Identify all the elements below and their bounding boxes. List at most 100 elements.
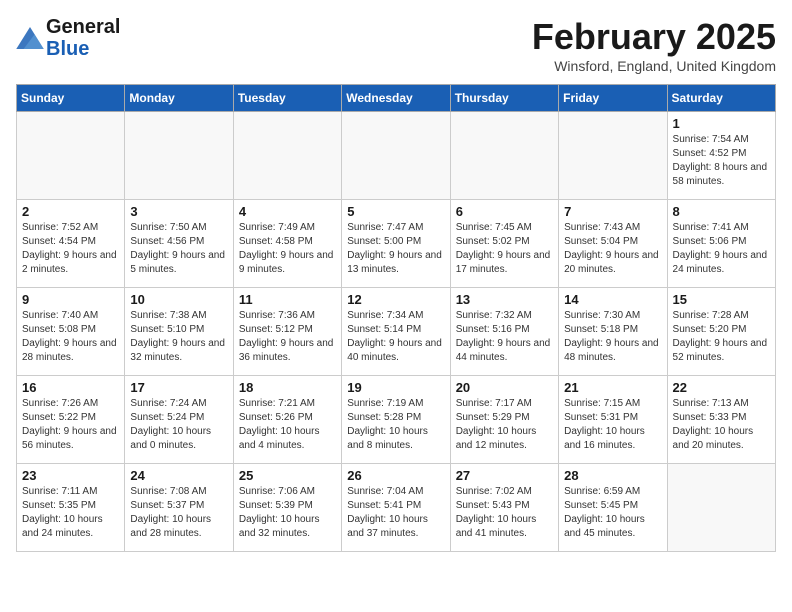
day-number: 5 xyxy=(347,204,444,219)
calendar-cell: 6 Sunrise: 7:45 AM Sunset: 5:02 PM Daylig… xyxy=(450,200,558,288)
calendar-cell: 4 Sunrise: 7:49 AM Sunset: 4:58 PM Daylig… xyxy=(233,200,341,288)
day-number: 4 xyxy=(239,204,336,219)
logo: GeneralBlue xyxy=(16,16,120,60)
day-header-sunday: Sunday xyxy=(17,85,125,112)
day-header-wednesday: Wednesday xyxy=(342,85,450,112)
day-info: Sunrise: 7:28 AM Sunset: 5:20 PM Dayligh… xyxy=(673,309,770,365)
calendar-cell: 9 Sunrise: 7:40 AM Sunset: 5:08 PM Daylig… xyxy=(17,288,125,376)
day-header-saturday: Saturday xyxy=(667,85,775,112)
calendar-cell: 20 Sunrise: 7:17 AM Sunset: 5:29 PM Dayli… xyxy=(450,376,558,464)
calendar-cell: 26 Sunrise: 7:04 AM Sunset: 5:41 PM Dayli… xyxy=(342,464,450,552)
calendar-week-row: 2Sunrise: 7:52 AM Sunset: 4:54 PM Daylig… xyxy=(17,200,776,288)
calendar-cell: 10 Sunrise: 7:38 AM Sunset: 5:10 PM Dayli… xyxy=(125,288,233,376)
day-info: Sunrise: 7:40 AM Sunset: 5:08 PM Dayligh… xyxy=(22,309,119,365)
calendar-cell xyxy=(125,112,233,200)
calendar-cell xyxy=(450,112,558,200)
day-info: Sunrise: 7:19 AM Sunset: 5:28 PM Dayligh… xyxy=(347,397,444,453)
calendar-cell: 15 Sunrise: 7:28 AM Sunset: 5:20 PM Dayli… xyxy=(667,288,775,376)
day-info: Sunrise: 7:34 AM Sunset: 5:14 PM Dayligh… xyxy=(347,309,444,365)
day-info: Sunrise: 7:54 AM Sunset: 4:52 PM Dayligh… xyxy=(673,133,770,189)
calendar-table: SundayMondayTuesdayWednesdayThursdayFrid… xyxy=(16,84,776,552)
day-number: 12 xyxy=(347,292,444,307)
day-number: 10 xyxy=(130,292,227,307)
day-info: Sunrise: 7:13 AM Sunset: 5:33 PM Dayligh… xyxy=(673,397,770,453)
day-number: 25 xyxy=(239,468,336,483)
day-info: Sunrise: 6:59 AM Sunset: 5:45 PM Dayligh… xyxy=(564,485,661,541)
day-number: 7 xyxy=(564,204,661,219)
day-number: 6 xyxy=(456,204,553,219)
calendar-cell xyxy=(233,112,341,200)
calendar-cell: 18 Sunrise: 7:21 AM Sunset: 5:26 PM Dayli… xyxy=(233,376,341,464)
day-info: Sunrise: 7:43 AM Sunset: 5:04 PM Dayligh… xyxy=(564,221,661,277)
day-number: 11 xyxy=(239,292,336,307)
day-number: 16 xyxy=(22,380,119,395)
day-info: Sunrise: 7:17 AM Sunset: 5:29 PM Dayligh… xyxy=(456,397,553,453)
day-number: 9 xyxy=(22,292,119,307)
day-info: Sunrise: 7:24 AM Sunset: 5:24 PM Dayligh… xyxy=(130,397,227,453)
day-info: Sunrise: 7:38 AM Sunset: 5:10 PM Dayligh… xyxy=(130,309,227,365)
calendar-week-row: 16Sunrise: 7:26 AM Sunset: 5:22 PM Dayli… xyxy=(17,376,776,464)
day-info: Sunrise: 7:50 AM Sunset: 4:56 PM Dayligh… xyxy=(130,221,227,277)
location: Winsford, England, United Kingdom xyxy=(532,58,776,74)
calendar-cell xyxy=(667,464,775,552)
day-number: 1 xyxy=(673,116,770,131)
calendar-cell: 11 Sunrise: 7:36 AM Sunset: 5:12 PM Dayli… xyxy=(233,288,341,376)
page-header: GeneralBlue February 2025 Winsford, Engl… xyxy=(16,16,776,74)
title-area: February 2025 Winsford, England, United … xyxy=(532,16,776,74)
calendar-cell: 13Sunrise: 7:32 AM Sunset: 5:16 PM Dayli… xyxy=(450,288,558,376)
month-title: February 2025 xyxy=(532,16,776,58)
day-info: Sunrise: 7:15 AM Sunset: 5:31 PM Dayligh… xyxy=(564,397,661,453)
day-number: 21 xyxy=(564,380,661,395)
day-info: Sunrise: 7:45 AM Sunset: 5:02 PM Dayligh… xyxy=(456,221,553,277)
calendar-cell: 14 Sunrise: 7:30 AM Sunset: 5:18 PM Dayli… xyxy=(559,288,667,376)
calendar-cell: 28Sunrise: 6:59 AM Sunset: 5:45 PM Dayli… xyxy=(559,464,667,552)
calendar-cell: 19 Sunrise: 7:19 AM Sunset: 5:28 PM Dayli… xyxy=(342,376,450,464)
day-number: 15 xyxy=(673,292,770,307)
day-info: Sunrise: 7:21 AM Sunset: 5:26 PM Dayligh… xyxy=(239,397,336,453)
calendar-cell: 7 Sunrise: 7:43 AM Sunset: 5:04 PM Daylig… xyxy=(559,200,667,288)
calendar-week-row: 1 Sunrise: 7:54 AM Sunset: 4:52 PM Daylig… xyxy=(17,112,776,200)
calendar-cell: 8 Sunrise: 7:41 AM Sunset: 5:06 PM Daylig… xyxy=(667,200,775,288)
calendar-cell: 2Sunrise: 7:52 AM Sunset: 4:54 PM Daylig… xyxy=(17,200,125,288)
day-number: 24 xyxy=(130,468,227,483)
day-number: 3 xyxy=(130,204,227,219)
calendar-cell: 3 Sunrise: 7:50 AM Sunset: 4:56 PM Daylig… xyxy=(125,200,233,288)
day-info: Sunrise: 7:30 AM Sunset: 5:18 PM Dayligh… xyxy=(564,309,661,365)
logo-text: GeneralBlue xyxy=(46,16,120,60)
calendar-cell: 12 Sunrise: 7:34 AM Sunset: 5:14 PM Dayli… xyxy=(342,288,450,376)
day-header-monday: Monday xyxy=(125,85,233,112)
calendar-cell xyxy=(17,112,125,200)
day-number: 14 xyxy=(564,292,661,307)
day-info: Sunrise: 7:36 AM Sunset: 5:12 PM Dayligh… xyxy=(239,309,336,365)
day-number: 19 xyxy=(347,380,444,395)
day-number: 13 xyxy=(456,292,553,307)
day-header-thursday: Thursday xyxy=(450,85,558,112)
calendar-week-row: 23Sunrise: 7:11 AM Sunset: 5:35 PM Dayli… xyxy=(17,464,776,552)
calendar-cell: 17Sunrise: 7:24 AM Sunset: 5:24 PM Dayli… xyxy=(125,376,233,464)
calendar-cell: 1 Sunrise: 7:54 AM Sunset: 4:52 PM Daylig… xyxy=(667,112,775,200)
calendar-cell: 25 Sunrise: 7:06 AM Sunset: 5:39 PM Dayli… xyxy=(233,464,341,552)
day-number: 18 xyxy=(239,380,336,395)
day-info: Sunrise: 7:08 AM Sunset: 5:37 PM Dayligh… xyxy=(130,485,227,541)
day-info: Sunrise: 7:04 AM Sunset: 5:41 PM Dayligh… xyxy=(347,485,444,541)
day-info: Sunrise: 7:06 AM Sunset: 5:39 PM Dayligh… xyxy=(239,485,336,541)
day-number: 23 xyxy=(22,468,119,483)
calendar-week-row: 9 Sunrise: 7:40 AM Sunset: 5:08 PM Daylig… xyxy=(17,288,776,376)
calendar-cell: 24 Sunrise: 7:08 AM Sunset: 5:37 PM Dayli… xyxy=(125,464,233,552)
day-number: 20 xyxy=(456,380,553,395)
day-number: 8 xyxy=(673,204,770,219)
calendar-header-row: SundayMondayTuesdayWednesdayThursdayFrid… xyxy=(17,85,776,112)
calendar-cell xyxy=(342,112,450,200)
calendar-cell: 22 Sunrise: 7:13 AM Sunset: 5:33 PM Dayli… xyxy=(667,376,775,464)
day-info: Sunrise: 7:49 AM Sunset: 4:58 PM Dayligh… xyxy=(239,221,336,277)
calendar-cell: 5Sunrise: 7:47 AM Sunset: 5:00 PM Daylig… xyxy=(342,200,450,288)
calendar-cell: 23Sunrise: 7:11 AM Sunset: 5:35 PM Dayli… xyxy=(17,464,125,552)
day-header-tuesday: Tuesday xyxy=(233,85,341,112)
calendar-cell xyxy=(559,112,667,200)
day-info: Sunrise: 7:41 AM Sunset: 5:06 PM Dayligh… xyxy=(673,221,770,277)
day-number: 22 xyxy=(673,380,770,395)
day-info: Sunrise: 7:02 AM Sunset: 5:43 PM Dayligh… xyxy=(456,485,553,541)
calendar-cell: 21 Sunrise: 7:15 AM Sunset: 5:31 PM Dayli… xyxy=(559,376,667,464)
day-number: 26 xyxy=(347,468,444,483)
day-number: 2 xyxy=(22,204,119,219)
